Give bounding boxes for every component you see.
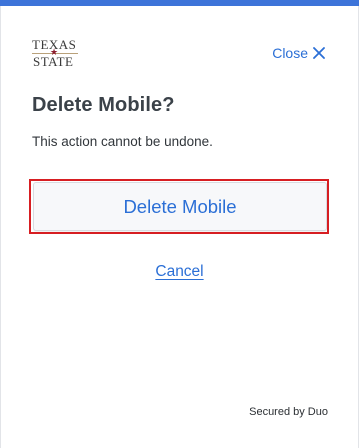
top-accent-bar [0, 0, 359, 6]
secured-by-duo-footer: Secured by Duo [249, 406, 328, 418]
close-label: Close [272, 45, 308, 61]
texas-state-logo: TEXAS ★ STATE [32, 38, 82, 70]
logo-text-state: STATE [33, 54, 74, 69]
close-x-icon [313, 47, 325, 59]
frame-border-left [0, 6, 1, 448]
close-button[interactable]: Close [272, 45, 325, 61]
dialog-message: This action cannot be undone. [32, 134, 213, 149]
cancel-link[interactable]: Cancel [0, 263, 359, 281]
delete-mobile-button[interactable]: Delete Mobile [33, 182, 327, 231]
dialog-title: Delete Mobile? [32, 94, 175, 116]
duo-prompt-frame: TEXAS ★ STATE Close Delete Mobile? This … [0, 0, 359, 448]
